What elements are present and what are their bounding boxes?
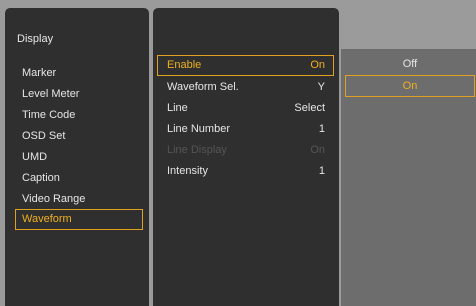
setting-value: On: [310, 144, 325, 156]
setting-label: Line Display: [167, 144, 227, 156]
setting-row-intensity[interactable]: Intensity 1: [157, 161, 334, 182]
option-on[interactable]: On: [345, 75, 475, 97]
menu-item-level-meter[interactable]: Level Meter: [15, 84, 143, 105]
setting-label: Enable: [167, 59, 202, 71]
setting-value: On: [310, 59, 325, 71]
setting-value: 1: [318, 165, 325, 177]
setting-value: Y: [317, 81, 325, 93]
setting-row-line-number[interactable]: Line Number 1: [157, 119, 334, 140]
setting-row-enable[interactable]: Enable On: [157, 55, 334, 76]
setting-label: Waveform Sel.: [167, 81, 239, 93]
option-off[interactable]: Off: [345, 53, 475, 75]
menu-item-caption[interactable]: Caption: [15, 168, 143, 189]
menu-item-umd[interactable]: UMD: [15, 147, 143, 168]
options-panel: Off On: [341, 49, 476, 306]
menu-title: Display: [17, 33, 54, 45]
setting-label: Intensity: [167, 165, 208, 177]
menu-item-marker[interactable]: Marker: [15, 63, 143, 84]
setting-value: Select: [294, 102, 325, 114]
menu-item-video-range[interactable]: Video Range: [15, 189, 143, 210]
category-panel: Display Marker Level Meter Time Code OSD…: [5, 8, 149, 306]
setting-label: Line: [167, 102, 188, 114]
setting-row-waveform-sel[interactable]: Waveform Sel. Y: [157, 77, 334, 98]
setting-label: Line Number: [167, 123, 230, 135]
osd-menu-screen: Display Marker Level Meter Time Code OSD…: [0, 0, 476, 306]
settings-panel: Enable On Waveform Sel. Y Line Select Li…: [153, 8, 339, 306]
setting-value: 1: [318, 123, 325, 135]
menu-item-osd-set[interactable]: OSD Set: [15, 126, 143, 147]
menu-item-time-code[interactable]: Time Code: [15, 105, 143, 126]
setting-row-line-display: Line Display On: [157, 140, 334, 161]
menu-item-waveform[interactable]: Waveform: [15, 209, 143, 230]
setting-row-line[interactable]: Line Select: [157, 98, 334, 119]
